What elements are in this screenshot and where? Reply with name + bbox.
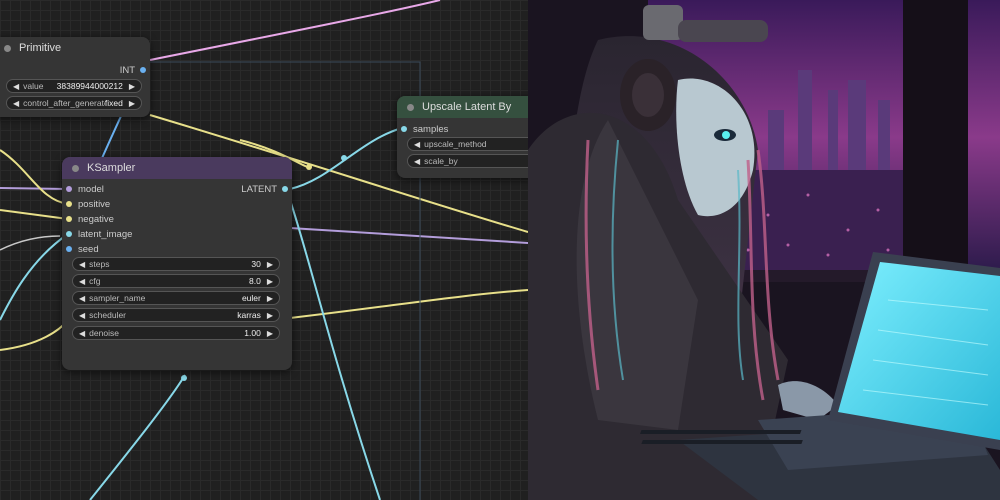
node-graph-canvas[interactable]: Primitive INT ◀ value 383899440002​12 ▶ … xyxy=(0,0,528,500)
scheduler-widget[interactable]: ◀ scheduler karras ▶ xyxy=(72,308,280,322)
primitive-node[interactable]: Primitive INT ◀ value 383899440002​12 ▶ … xyxy=(0,37,150,117)
input-samples[interactable]: samples xyxy=(401,122,448,136)
illustration-svg xyxy=(528,0,1000,500)
input-port-icon[interactable] xyxy=(66,216,72,222)
node-title-text: Primitive xyxy=(19,42,62,54)
wire-pink xyxy=(149,0,441,61)
decrement-arrow-icon[interactable]: ◀ xyxy=(79,277,85,286)
sampler-name-widget[interactable]: ◀ sampler_name euler ▶ xyxy=(72,291,280,305)
control-after-generate-widget[interactable]: ◀ control_after_generate fixed ▶ xyxy=(6,96,142,110)
upscale-method-widget[interactable]: ◀ upscale_method xyxy=(407,137,528,151)
decrement-arrow-icon[interactable]: ◀ xyxy=(414,157,420,166)
decrement-arrow-icon[interactable]: ◀ xyxy=(13,99,19,108)
input-positive[interactable]: positive xyxy=(66,197,110,211)
increment-arrow-icon[interactable]: ▶ xyxy=(267,294,273,303)
scale-by-widget[interactable]: ◀ scale_by xyxy=(407,154,528,168)
cfg-widget[interactable]: ◀ cfg 8.0 ▶ xyxy=(72,274,280,288)
wire-yellow-right xyxy=(289,289,528,319)
input-seed[interactable]: seed xyxy=(66,242,99,256)
increment-arrow-icon[interactable]: ▶ xyxy=(129,99,135,108)
input-model[interactable]: model xyxy=(66,182,104,196)
wire-model xyxy=(0,187,69,190)
collapse-dot-icon[interactable] xyxy=(407,103,414,111)
increment-arrow-icon[interactable]: ▶ xyxy=(267,311,273,320)
primitive-node-title[interactable]: Primitive xyxy=(0,37,150,59)
ksampler-node-title[interactable]: KSampler xyxy=(62,157,292,179)
wire-latent-bottom xyxy=(89,374,186,500)
decrement-arrow-icon[interactable]: ◀ xyxy=(79,260,85,269)
wire-latent-right xyxy=(289,199,381,500)
input-port-icon[interactable] xyxy=(66,186,72,192)
wire-latent-in xyxy=(0,233,69,321)
input-port-icon[interactable] xyxy=(66,231,72,237)
ksampler-node[interactable]: KSampler model positive negative latent_… xyxy=(62,157,292,370)
increment-arrow-icon[interactable]: ▶ xyxy=(267,329,273,338)
decrement-arrow-icon[interactable]: ◀ xyxy=(13,82,19,91)
value-widget[interactable]: ◀ value 383899440002​12 ▶ xyxy=(6,79,142,93)
output-latent[interactable]: LATENT xyxy=(241,182,288,196)
wire-positive xyxy=(0,149,69,205)
node-title-text: Upscale Latent By xyxy=(422,101,512,113)
upscale-latent-by-node[interactable]: Upscale Latent By samples ◀ upscale_meth… xyxy=(397,96,528,178)
anime-girl-laptop-image xyxy=(528,0,1000,500)
increment-arrow-icon[interactable]: ▶ xyxy=(267,277,273,286)
decrement-arrow-icon[interactable]: ◀ xyxy=(79,294,85,303)
wire-model-out xyxy=(289,227,528,244)
increment-arrow-icon[interactable]: ▶ xyxy=(267,260,273,269)
collapse-dot-icon[interactable] xyxy=(4,44,11,52)
upscale-node-title[interactable]: Upscale Latent By xyxy=(397,96,528,118)
output-int[interactable]: INT xyxy=(120,63,146,77)
wire-negative xyxy=(0,209,69,220)
denoise-widget[interactable]: ◀ denoise 1.00 ▶ xyxy=(72,326,280,340)
input-port-icon[interactable] xyxy=(66,201,72,207)
decrement-arrow-icon[interactable]: ◀ xyxy=(79,311,85,320)
node-title-text: KSampler xyxy=(87,162,136,174)
output-port-icon[interactable] xyxy=(140,67,146,73)
input-negative[interactable]: negative xyxy=(66,212,114,226)
decrement-arrow-icon[interactable]: ◀ xyxy=(414,140,420,149)
output-port-icon[interactable] xyxy=(282,186,288,192)
input-latent-image[interactable]: latent_image xyxy=(66,227,132,241)
steps-widget[interactable]: ◀ steps 30 ▶ xyxy=(72,257,280,271)
decrement-arrow-icon[interactable]: ◀ xyxy=(79,329,85,338)
increment-arrow-icon[interactable]: ▶ xyxy=(129,82,135,91)
input-port-icon[interactable] xyxy=(66,246,72,252)
wire-yellow-left xyxy=(0,319,69,351)
input-port-icon[interactable] xyxy=(401,126,407,132)
collapse-dot-icon[interactable] xyxy=(72,164,79,172)
